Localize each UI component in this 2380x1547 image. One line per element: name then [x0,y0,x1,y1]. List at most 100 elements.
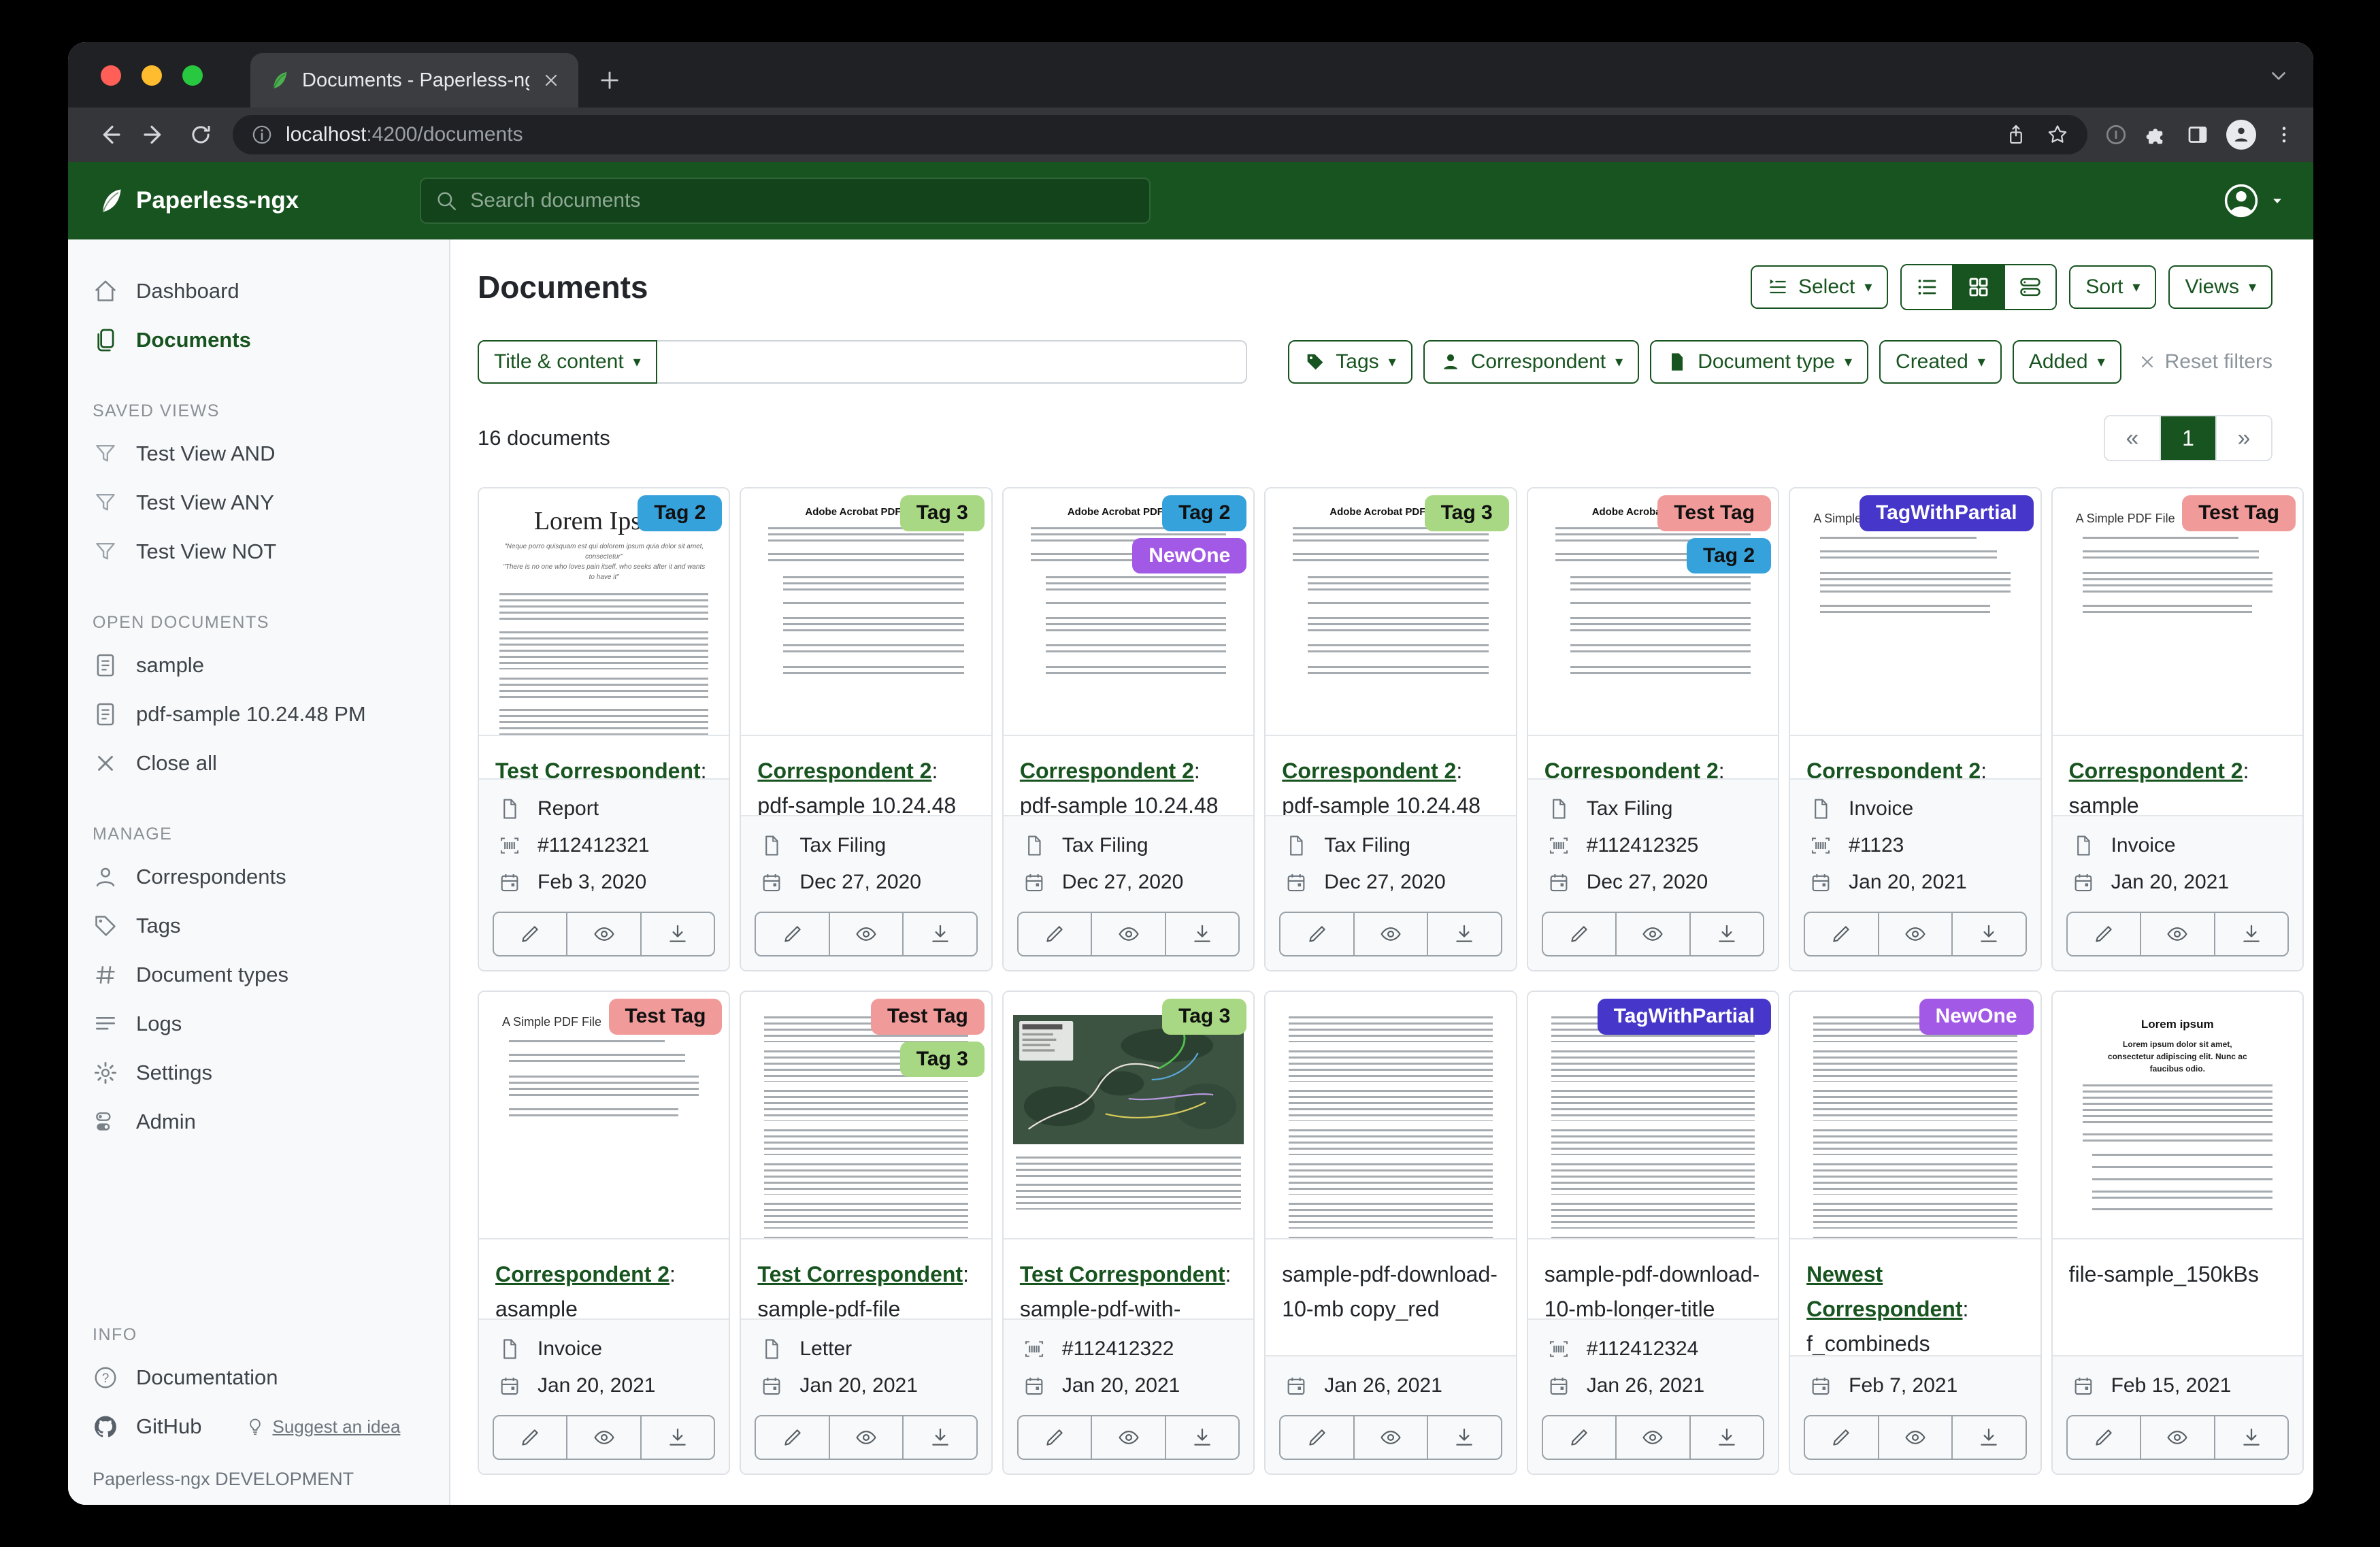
browser-tab[interactable]: Documents - Paperless-ngx [250,53,578,107]
preview-button[interactable] [566,913,640,955]
edit-button[interactable] [1019,913,1091,955]
download-button[interactable] [640,913,714,955]
preview-button[interactable] [1353,1416,1427,1459]
correspondent-link[interactable]: Correspondent 2 [1544,759,1719,778]
reload-button[interactable] [188,122,214,148]
correspondent-link[interactable]: Correspondent 2 [495,1262,670,1286]
filter-text-input[interactable] [657,340,1248,384]
tag-badge[interactable]: NewOne [1132,538,1246,574]
sort-button[interactable]: Sort▾ [2069,265,2156,309]
sidebar-item-documents[interactable]: Documents [68,316,449,365]
table-view-button[interactable] [2004,265,2055,309]
sidebar-item-saved-view-and[interactable]: Test View AND [68,429,449,478]
document-thumbnail[interactable]: Adobe Acrobat PDF Files Tag 2NewOne [1004,488,1253,736]
tag-badge[interactable]: TagWithPartial [1860,495,2034,531]
user-menu[interactable] [2222,182,2286,220]
browser-menu-kebab-icon[interactable] [2272,123,2296,146]
document-thumbnail[interactable]: Adobe Acrobat PDF Files Tag 3 [741,488,991,736]
pagination-next-button[interactable]: » [2215,416,2271,460]
pagination-prev-button[interactable]: « [2105,416,2160,460]
new-tab-button[interactable] [597,68,622,93]
document-thumbnail[interactable]: NewOne [1790,992,2040,1240]
download-button[interactable] [902,1416,976,1459]
filter-added-button[interactable]: Added▾ [2013,340,2121,384]
download-button[interactable] [1689,1416,1763,1459]
preview-button[interactable] [566,1416,640,1459]
edit-button[interactable] [1543,1416,1615,1459]
correspondent-link[interactable]: Correspondent 2 [1282,759,1456,783]
tag-badge[interactable]: Tag 3 [900,495,985,531]
preview-button[interactable] [2140,1416,2213,1459]
sidebar-item-saved-view-not[interactable]: Test View NOT [68,527,449,576]
preview-button[interactable] [1353,913,1427,955]
document-thumbnail[interactable]: Adobe Acrobat PDF Files Test TagTag 2 [1528,488,1778,736]
tag-badge[interactable]: Tag 2 [1162,495,1246,531]
edit-button[interactable] [756,913,828,955]
correspondent-link[interactable]: Newest Correspondent [1806,1262,1962,1321]
tab-search-chevron-icon[interactable] [2267,64,2290,87]
download-button[interactable] [2214,913,2287,955]
download-button[interactable] [1165,913,1238,955]
document-thumbnail[interactable]: Lorem Ipsum"Neque porro quisquam est qui… [479,488,729,736]
filter-field-button[interactable]: Title & content▾ [478,340,657,384]
document-thumbnail[interactable]: A Simple PDF File Test Tag [479,992,729,1240]
search-input[interactable] [469,188,1136,213]
correspondent-link[interactable]: Test Correspondent [1020,1262,1225,1286]
document-thumbnail[interactable]: Lorem ipsumLorem ipsum dolor sit amet, c… [2053,992,2302,1240]
sidebar-item-settings[interactable]: Settings [68,1048,449,1097]
edit-button[interactable] [1019,1416,1091,1459]
extensions-puzzle-icon[interactable] [2145,122,2169,147]
maximize-window-button[interactable] [182,65,203,86]
select-button[interactable]: Select▾ [1751,265,1888,309]
preview-button[interactable] [1615,1416,1689,1459]
reset-filters-button[interactable]: Reset filters [2138,350,2272,373]
preview-button[interactable] [1091,1416,1164,1459]
correspondent-link[interactable]: Correspondent 2 [1806,759,1981,778]
tag-badge[interactable]: Tag 3 [1425,495,1509,531]
tag-badge[interactable]: Test Tag [609,999,723,1035]
site-info-icon[interactable] [250,123,274,146]
edit-button[interactable] [494,913,566,955]
preview-button[interactable] [1091,913,1164,955]
sidebar-item-logs[interactable]: Logs [68,999,449,1048]
sidebar-item-correspondents[interactable]: Correspondents [68,852,449,901]
tag-badge[interactable]: Tag 3 [1162,999,1246,1035]
preview-button[interactable] [2140,913,2213,955]
sidebar-item-tags[interactable]: Tags [68,901,449,950]
preview-button[interactable] [829,913,902,955]
preview-button[interactable] [1878,1416,1951,1459]
download-button[interactable] [640,1416,714,1459]
download-button[interactable] [1689,913,1763,955]
tag-badge[interactable]: Test Tag [2182,495,2296,531]
tag-badge[interactable]: Tag 2 [638,495,722,531]
sidebar-item-admin[interactable]: Admin [68,1097,449,1146]
filter-document-type-button[interactable]: Document type▾ [1650,340,1868,384]
download-button[interactable] [1951,913,2025,955]
document-thumbnail[interactable]: TagWithPartial [1528,992,1778,1240]
sidebar-item-github[interactable]: GitHub [68,1402,226,1451]
list-view-button[interactable] [1902,265,1952,309]
suggest-idea-link[interactable]: Suggest an idea [245,1416,400,1437]
correspondent-link[interactable]: Correspondent 2 [757,759,931,783]
filter-correspondent-button[interactable]: Correspondent▾ [1423,340,1640,384]
edit-button[interactable] [1805,1416,1877,1459]
minimize-window-button[interactable] [142,65,162,86]
download-button[interactable] [1427,1416,1500,1459]
grid-view-button[interactable] [1952,265,2004,309]
sidebar-item-open-doc-pdf-sample[interactable]: pdf-sample 10.24.48 PM [68,690,449,739]
tag-badge[interactable]: NewOne [1919,999,2034,1035]
tag-badge[interactable]: Tag 3 [900,1042,985,1078]
sidebar-item-dashboard[interactable]: Dashboard [68,267,449,316]
correspondent-link[interactable]: Correspondent 2 [2069,759,2243,783]
preview-button[interactable] [1615,913,1689,955]
filter-created-button[interactable]: Created▾ [1879,340,2002,384]
app-brand[interactable]: Paperless-ngx [95,186,299,216]
edit-button[interactable] [494,1416,566,1459]
browser-profile-avatar[interactable] [2226,120,2256,150]
edit-button[interactable] [1543,913,1615,955]
sidebar-item-close-all[interactable]: Close all [68,739,449,788]
document-thumbnail[interactable]: Adobe Acrobat PDF Files Tag 3 [1266,488,1515,736]
correspondent-link[interactable]: Test Correspondent [757,1262,963,1286]
bookmark-star-icon[interactable] [2045,122,2070,147]
filter-tags-button[interactable]: Tags▾ [1288,340,1412,384]
